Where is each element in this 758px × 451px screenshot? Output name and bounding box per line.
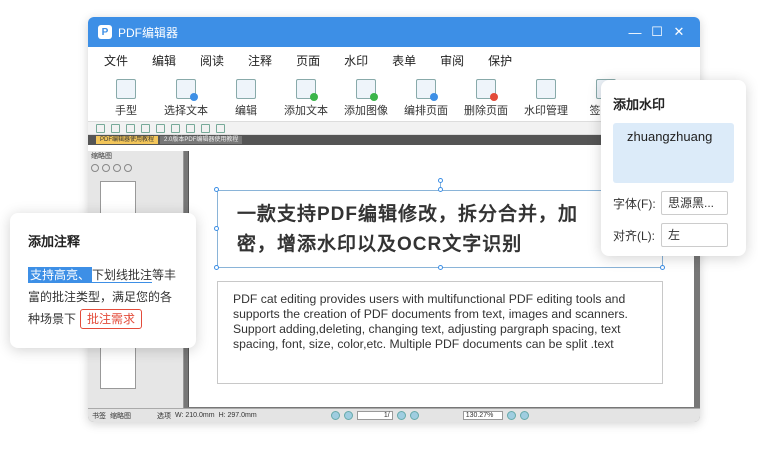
annotation-description: 支持高亮、 下划线批注等丰富的批注类型，满足您的各种场景下 批注需求 — [28, 264, 178, 330]
menu-form[interactable]: 表单 — [392, 52, 416, 69]
hand-icon — [116, 79, 136, 99]
menu-watermark[interactable]: 水印 — [344, 52, 368, 69]
align-label: 对齐(L): — [613, 228, 656, 243]
add-text-icon — [296, 79, 318, 101]
menu-annotate[interactable]: 注释 — [248, 52, 272, 69]
select-text-icon — [176, 79, 198, 101]
menu-edit[interactable]: 编辑 — [152, 52, 176, 69]
tool-label: 编辑 — [235, 105, 257, 117]
add-image-icon — [356, 79, 378, 101]
new-icon[interactable] — [111, 123, 120, 133]
last-page-button[interactable] — [409, 411, 419, 420]
app-title: PDF编辑器 — [118, 25, 179, 40]
left-tab-thumbnails[interactable]: 缩略图 — [110, 411, 131, 421]
resize-handle[interactable] — [438, 187, 443, 192]
menu-file[interactable]: 文件 — [104, 52, 128, 69]
underline-sample: 下划线批注 — [92, 268, 153, 283]
font-select[interactable]: 思源黑... — [661, 191, 728, 215]
doc-tab-1[interactable]: PDF编辑器使用教程 — [96, 136, 159, 144]
zoom-in-icon[interactable] — [91, 164, 99, 172]
menu-page[interactable]: 页面 — [296, 52, 320, 69]
tool-label: 删除页面 — [464, 105, 508, 117]
left-tab-bookmarks[interactable]: 书签 — [92, 411, 106, 421]
zoom-select[interactable]: 130.27% — [462, 411, 503, 420]
tool-hand[interactable]: 手型 — [96, 79, 156, 118]
resize-handle[interactable] — [214, 226, 219, 231]
tool-delete-page[interactable]: 删除页面 — [456, 79, 516, 118]
tool-label: 添加图像 — [344, 105, 388, 117]
menu-protect[interactable]: 保护 — [488, 52, 512, 69]
print-icon[interactable] — [141, 123, 150, 133]
menu-bar: 文件 编辑 阅读 注释 页面 水印 表单 审阅 保护 — [88, 47, 700, 73]
status-bar: 书签 缩略图 选项 W: 210.0mm H: 297.0mm 1/ 130.2… — [88, 408, 700, 422]
tool-label: 添加文本 — [284, 105, 328, 117]
coord-width: W: 210.0mm — [175, 412, 215, 419]
zoom-out-icon[interactable] — [102, 164, 110, 172]
annotation-card-title: 添加注释 — [28, 234, 81, 249]
menu-review[interactable]: 审阅 — [440, 52, 464, 69]
doc-tab-2[interactable]: 2.0版本PDF编辑器使用教程 — [160, 136, 243, 144]
thumbnail-tools — [88, 161, 183, 175]
font-row: 字体(F): 思源黑... — [613, 191, 734, 215]
watermark-card-title: 添加水印 — [613, 97, 666, 112]
tool-watermark[interactable]: 水印管理 — [516, 79, 576, 118]
open-icon[interactable] — [96, 123, 105, 133]
page-headline[interactable]: 一款支持PDF编辑修改，拆分合并，加密，增添水印以及OCR文字识别 — [237, 200, 597, 260]
align-row: 对齐(L): 左 — [613, 223, 734, 247]
settings-icon[interactable] — [124, 164, 132, 172]
tool-select-text[interactable]: 选择文本 — [156, 79, 216, 118]
next-page-button[interactable] — [396, 411, 406, 420]
delete-page-icon — [476, 79, 498, 101]
page-thumbnail[interactable] — [100, 341, 136, 389]
watermark-text-input[interactable]: zhuangzhuang — [613, 123, 734, 183]
tool-label: 水印管理 — [524, 105, 568, 117]
minimize-button[interactable]: — — [624, 25, 646, 40]
undo-icon[interactable] — [171, 123, 180, 133]
maximize-button[interactable]: ☐ — [646, 24, 668, 40]
tool-label: 手型 — [115, 105, 137, 117]
watermark-icon — [536, 79, 556, 99]
prev-page-button[interactable] — [343, 411, 353, 420]
close-button[interactable]: ✕ — [668, 24, 690, 40]
tool-arrange-pages[interactable]: 编排页面 — [396, 79, 456, 118]
tool-label: 编排页面 — [404, 105, 448, 117]
select-tool-label[interactable]: 选项 — [157, 411, 171, 421]
coord-height: H: 297.0mm — [218, 412, 257, 419]
zoom-in-button[interactable] — [519, 411, 529, 420]
tool-add-text[interactable]: 添加文本 — [276, 79, 336, 118]
redo-icon[interactable] — [186, 123, 195, 133]
edit-icon — [236, 79, 256, 99]
forward-icon[interactable] — [216, 123, 225, 133]
thumbnail-panel-title: 缩略图 — [91, 153, 112, 160]
arrange-pages-icon — [416, 79, 438, 101]
resize-handle[interactable] — [214, 187, 219, 192]
scan-icon[interactable] — [156, 123, 165, 133]
zoom-out-button[interactable] — [506, 411, 516, 420]
title-bar: P PDF编辑器 — ☐ ✕ — [88, 17, 700, 47]
back-icon[interactable] — [201, 123, 210, 133]
rotate-icon[interactable] — [113, 164, 121, 172]
rotate-handle[interactable] — [438, 178, 443, 183]
align-select[interactable]: 左 — [661, 223, 728, 247]
tool-edit[interactable]: 编辑 — [216, 79, 276, 118]
page-number-input[interactable]: 1/ — [356, 411, 393, 420]
menu-read[interactable]: 阅读 — [200, 52, 224, 69]
tool-label: 选择文本 — [164, 105, 208, 117]
resize-handle[interactable] — [214, 265, 219, 270]
font-label: 字体(F): — [613, 196, 656, 211]
first-page-button[interactable] — [330, 411, 340, 420]
annotation-needs-button[interactable]: 批注需求 — [80, 309, 143, 329]
page-body-text[interactable]: PDF cat editing provides users with mult… — [233, 292, 653, 352]
app-logo-icon: P — [98, 25, 112, 39]
resize-handle[interactable] — [660, 265, 665, 270]
save-icon[interactable] — [126, 123, 135, 133]
resize-handle[interactable] — [438, 265, 443, 270]
tool-add-image[interactable]: 添加图像 — [336, 79, 396, 118]
add-annotation-card: 添加注释 支持高亮、 下划线批注等丰富的批注类型，满足您的各种场景下 批注需求 — [10, 213, 196, 348]
highlight-sample: 支持高亮、 — [28, 267, 93, 283]
add-watermark-card: 添加水印 zhuangzhuang 字体(F): 思源黑... 对齐(L): 左 — [601, 80, 746, 256]
